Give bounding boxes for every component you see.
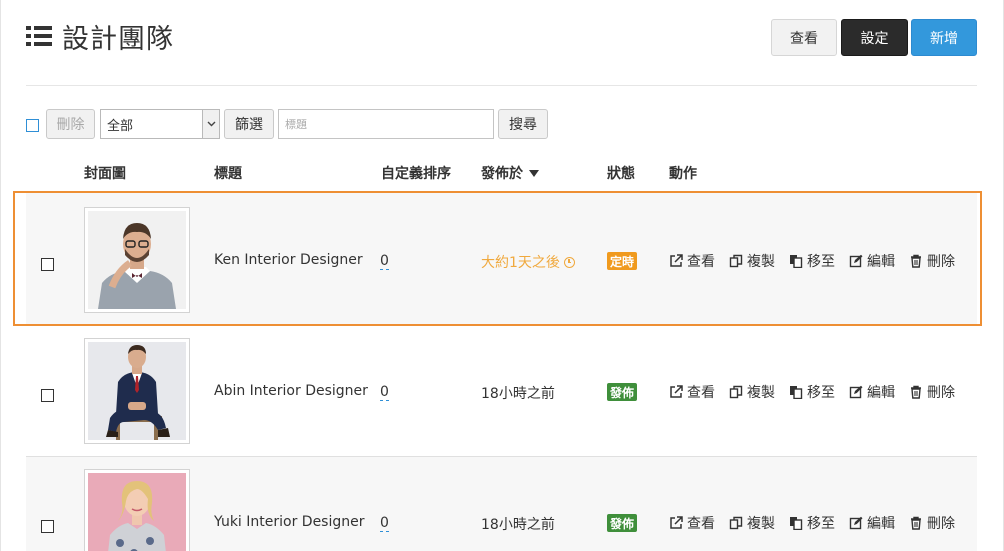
person-photo-icon <box>88 211 186 309</box>
clock-icon <box>563 256 575 268</box>
row-actions: 查看 複製 移至 編輯 刪除 <box>669 251 955 271</box>
sort-desc-icon <box>529 170 539 177</box>
action-delete-button[interactable]: 刪除 <box>909 382 955 402</box>
table-row: Abin Interior Designer 0 18小時之前 發佈 查看 複製… <box>26 325 977 456</box>
view-button[interactable]: 查看 <box>771 19 837 56</box>
bulk-delete-button[interactable]: 刪除 <box>46 109 95 139</box>
row-title[interactable]: Ken Interior Designer <box>214 252 363 268</box>
trash-icon <box>911 516 921 530</box>
action-copy-button[interactable]: 複製 <box>729 513 775 533</box>
cover-thumbnail <box>84 338 190 444</box>
column-header-actions: 動作 <box>669 166 697 182</box>
trash-icon <box>911 385 921 399</box>
chevron-down-icon <box>202 110 219 138</box>
row-published-text: 18小時之前 <box>481 386 555 402</box>
action-move-button[interactable]: 移至 <box>789 251 835 271</box>
trash-icon <box>911 254 921 268</box>
search-input[interactable] <box>278 109 494 139</box>
row-actions: 查看 複製 移至 編輯 刪除 <box>669 382 955 402</box>
column-header-status[interactable]: 狀態 <box>607 163 635 183</box>
action-edit-button[interactable]: 編輯 <box>849 251 895 271</box>
action-move-button[interactable]: 移至 <box>789 382 835 402</box>
action-view-button[interactable]: 查看 <box>669 382 715 402</box>
external-link-icon <box>670 385 683 398</box>
edit-icon <box>849 385 863 399</box>
column-header-published-at-label: 發佈於 <box>481 166 523 182</box>
column-header-cover: 封面圖 <box>84 166 126 182</box>
action-edit-button[interactable]: 編輯 <box>849 382 895 402</box>
column-header-title[interactable]: 標題 <box>214 163 242 183</box>
settings-button[interactable]: 設定 <box>841 19 908 56</box>
row-published-at: 18小時之前 <box>481 514 555 534</box>
select-all-checkbox[interactable] <box>26 119 39 132</box>
copy-icon <box>729 385 743 399</box>
edit-icon <box>849 254 863 268</box>
list-icon <box>26 26 52 46</box>
search-button[interactable]: 搜尋 <box>498 109 548 139</box>
add-button[interactable]: 新增 <box>911 19 977 56</box>
action-delete-button[interactable]: 刪除 <box>909 251 955 271</box>
edit-icon <box>849 516 863 530</box>
action-view-button[interactable]: 查看 <box>669 251 715 271</box>
action-copy-button[interactable]: 複製 <box>729 382 775 402</box>
external-link-icon <box>670 254 683 267</box>
copy-icon <box>729 254 743 268</box>
action-delete-button[interactable]: 刪除 <box>909 513 955 533</box>
person-photo-icon <box>88 342 186 440</box>
cover-thumbnail <box>84 207 190 313</box>
person-photo-icon <box>88 473 186 551</box>
row-order-value[interactable]: 0 <box>380 515 389 532</box>
table-row: Yuki Interior Designer 0 18小時之前 發佈 查看 複製… <box>26 456 977 551</box>
filter-button[interactable]: 篩選 <box>224 109 274 139</box>
move-icon <box>790 386 803 399</box>
row-published-at: 18小時之前 <box>481 383 555 403</box>
row-checkbox[interactable] <box>41 258 54 271</box>
row-actions: 查看 複製 移至 編輯 刪除 <box>669 513 955 533</box>
row-checkbox[interactable] <box>41 520 54 533</box>
row-order-value[interactable]: 0 <box>380 384 389 401</box>
copy-icon <box>729 516 743 530</box>
external-link-icon <box>670 516 683 529</box>
row-order-value[interactable]: 0 <box>380 253 389 270</box>
column-header-published-at[interactable]: 發佈於 <box>481 163 539 183</box>
row-title[interactable]: Yuki Interior Designer <box>214 514 365 530</box>
table-row: Ken Interior Designer 0 大約1天之後 定時 查看 複製 … <box>26 193 977 325</box>
action-move-button[interactable]: 移至 <box>789 513 835 533</box>
frame-left-edge <box>0 0 1 551</box>
move-icon <box>790 255 803 268</box>
status-badge: 定時 <box>607 252 638 270</box>
row-published-text: 大約1天之後 <box>481 255 560 271</box>
page-title-text: 設計團隊 <box>62 23 174 55</box>
action-copy-button[interactable]: 複製 <box>729 251 775 271</box>
filter-select-value: 全部 <box>107 118 134 134</box>
status-badge: 發佈 <box>607 514 638 532</box>
action-edit-button[interactable]: 編輯 <box>849 513 895 533</box>
action-view-button[interactable]: 查看 <box>669 513 715 533</box>
row-published-text: 18小時之前 <box>481 517 555 533</box>
row-published-at: 大約1天之後 <box>481 252 575 272</box>
row-title[interactable]: Abin Interior Designer <box>214 383 368 399</box>
column-header-custom-order[interactable]: 自定義排序 <box>381 163 451 183</box>
status-badge: 發佈 <box>607 383 638 401</box>
row-checkbox[interactable] <box>41 389 54 402</box>
cover-thumbnail <box>84 469 190 551</box>
page-title: 設計團隊 <box>26 18 174 55</box>
header-divider <box>26 85 977 86</box>
move-icon <box>790 517 803 530</box>
filter-select[interactable]: 全部 <box>100 109 220 139</box>
